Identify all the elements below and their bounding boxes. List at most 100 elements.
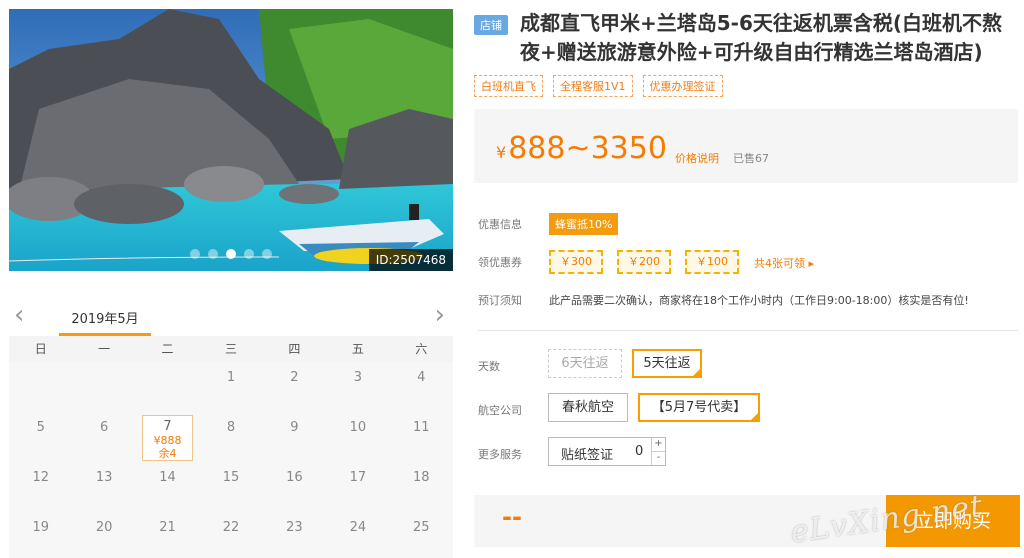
plus-icon[interactable]: +	[652, 438, 665, 451]
discount-badge: 蜂蜜抵10%	[549, 213, 619, 235]
calendar-day-number: 19	[32, 520, 49, 535]
calendar-day-number: 3	[353, 370, 362, 385]
calendar-day-number: 11	[413, 420, 430, 435]
coupon-200[interactable]: ￥200	[617, 250, 671, 274]
notice-label: 预订须知	[478, 294, 522, 307]
calendar-day-number: 16	[286, 470, 303, 485]
weekday-label: 五	[351, 342, 364, 356]
calendar-day[interactable]: 24	[326, 512, 389, 558]
calendar-day-stock: 余4	[158, 447, 177, 460]
product-tag: 白班机直飞	[474, 75, 543, 97]
airline-label: 航空公司	[478, 404, 522, 417]
title-row: 店铺 成都直飞甲米+兰塔岛5-6天往返机票含税(白班机不熬夜+赠送旅游意外险+可…	[474, 9, 1018, 67]
weekday-label: 日	[34, 342, 47, 356]
calendar-day[interactable]: 23	[263, 512, 326, 558]
product-gallery[interactable]: ID:2507468	[9, 9, 453, 271]
calendar-day-number: 15	[222, 470, 240, 485]
calendar-day[interactable]: 5	[9, 412, 72, 464]
calendar-grid: 日一二三四五六 1 2 3 4 5 6 7 ¥888 余4 8 9 10 11 12 13 14 15 16 17 1…	[9, 336, 453, 558]
options-section: 天数 6天往返 5天往返 航空公司 春秋航空 【5月7号代卖】 更多服务 贴纸签…	[478, 346, 1018, 478]
calendar-day[interactable]: 19	[9, 512, 72, 558]
calendar-day[interactable]: 2	[263, 362, 326, 412]
carousel-dot[interactable]	[190, 249, 200, 259]
extra-service-row: 更多服务 贴纸签证 0 + -	[478, 434, 1018, 478]
calendar-day[interactable]: 1	[199, 362, 262, 412]
calendar-day-number: 21	[159, 520, 176, 535]
price-currency: ¥	[496, 143, 507, 162]
calendar-body: 1 2 3 4 5 6 7 ¥888 余4 8 9 10 11 12 13 14 15 16 17 18 19 20 21 2…	[9, 362, 453, 558]
minus-icon[interactable]: -	[652, 451, 665, 464]
coupon-label: 领优惠券	[478, 256, 522, 269]
calendar-day-number: 6	[99, 420, 109, 435]
option-6-days[interactable]: 6天往返	[548, 349, 622, 378]
calendar-day[interactable]: 18	[390, 462, 453, 512]
calendar-day[interactable]: 17	[326, 462, 389, 512]
airline-row: 航空公司 春秋航空 【5月7号代卖】	[478, 390, 1018, 434]
calendar-month: 2019年5月	[59, 308, 151, 336]
calendar-day[interactable]: 22	[199, 512, 262, 558]
calendar-day-number: 22	[222, 520, 240, 535]
option-may7-resale[interactable]: 【5月7号代卖】	[638, 393, 760, 422]
visa-quantity-stepper: 贴纸签证 0 + -	[548, 437, 666, 466]
price-box: ¥888~3350 价格说明 已售67	[474, 109, 1018, 183]
sold-count: 已售67	[733, 152, 769, 165]
weekday-label: 四	[288, 342, 301, 356]
calendar-day[interactable]: 15	[199, 462, 262, 512]
purchase-bar: --	[474, 495, 886, 547]
calendar-day-number: 9	[290, 420, 299, 435]
carousel-dot[interactable]	[244, 249, 254, 259]
calendar-day[interactable]: 14	[136, 462, 199, 512]
option-5-days[interactable]: 5天往返	[632, 349, 702, 378]
product-info: 店铺 成都直飞甲米+兰塔岛5-6天往返机票含税(白班机不熬夜+赠送旅游意外险+可…	[474, 9, 1018, 183]
calendar-day[interactable]: 20	[72, 512, 135, 558]
weekday-label: 二	[161, 342, 174, 356]
price-range: ¥888~3350	[496, 131, 667, 166]
calendar-day-number: 23	[286, 520, 303, 535]
buy-now-button[interactable]: 立即购买	[886, 495, 1020, 547]
coupon-100[interactable]: ￥100	[685, 250, 739, 274]
shop-badge[interactable]: 店铺	[474, 15, 508, 35]
calendar-day[interactable]: 11	[390, 412, 453, 464]
chevron-left-icon[interactable]: ‹	[14, 302, 24, 328]
product-tag: 全程客服1V1	[553, 75, 633, 97]
extra-service-label: 更多服务	[478, 448, 522, 461]
calendar-day-price: ¥888	[153, 434, 182, 447]
calendar-day[interactable]: 8	[199, 412, 262, 464]
carousel-dot-active[interactable]	[226, 249, 236, 259]
calendar-day-number: 12	[32, 470, 49, 485]
stepper-buttons: + -	[651, 438, 665, 465]
calendar-day-number: 1	[226, 370, 236, 385]
calendar-day[interactable]: 21	[136, 512, 199, 558]
visa-quantity-value[interactable]: 0	[635, 444, 643, 459]
visa-service-name: 贴纸签证	[561, 448, 614, 463]
discount-label: 优惠信息	[478, 218, 522, 231]
product-tag: 优惠办理签证	[642, 75, 723, 97]
price-amount: 888~3350	[508, 131, 667, 166]
carousel-dot[interactable]	[262, 249, 272, 259]
calendar-day[interactable]: 3	[326, 362, 389, 412]
calendar-day-available[interactable]: 7 ¥888 余4	[141, 415, 194, 461]
calendar-day	[9, 362, 72, 412]
chevron-right-icon[interactable]: ›	[435, 302, 445, 328]
calendar-day[interactable]: 25	[390, 512, 453, 558]
calendar-day[interactable]: 10	[326, 412, 389, 464]
carousel-dot[interactable]	[208, 249, 218, 259]
calendar-day[interactable]: 9	[263, 412, 326, 464]
weekday-label: 一	[98, 342, 111, 356]
calendar-day[interactable]: 6	[72, 412, 135, 464]
option-spring-airlines[interactable]: 春秋航空	[548, 393, 628, 422]
coupon-all-link[interactable]: 共4张可领 ▸	[754, 255, 814, 271]
calendar-day[interactable]: 13	[72, 462, 135, 512]
discount-row: 优惠信息 蜂蜜抵10%	[478, 206, 1018, 244]
calendar-day[interactable]: 12	[9, 462, 72, 512]
calendar-day-number: 25	[413, 520, 430, 535]
price-note-link[interactable]: 价格说明	[675, 150, 719, 166]
calendar-day-number: 13	[95, 470, 113, 485]
photo-id-label: ID:2507468	[368, 249, 453, 271]
calendar-weekdays: 日一二三四五六	[9, 336, 453, 362]
coupon-300[interactable]: ￥300	[549, 250, 603, 274]
calendar-day[interactable]: 4	[390, 362, 453, 412]
gallery-photo	[9, 9, 453, 271]
calendar-day-number: 20	[95, 520, 113, 535]
calendar-day[interactable]: 16	[263, 462, 326, 512]
